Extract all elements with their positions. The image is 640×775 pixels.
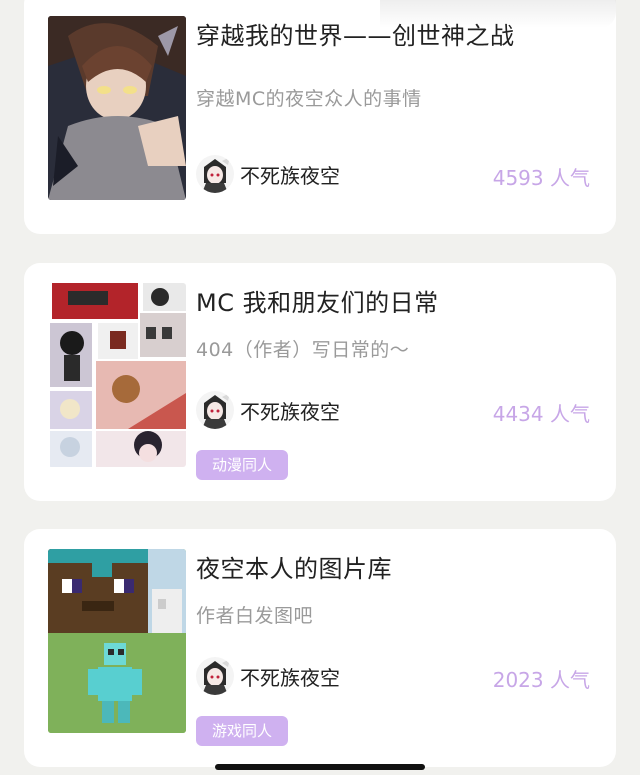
popularity-count: 4434 人气 [492, 402, 590, 426]
book-description: 穿越MC的夜空众人的事情 [196, 88, 422, 110]
author-row[interactable]: 不死族夜空 [196, 152, 340, 196]
category-tag[interactable]: 动漫同人 [196, 450, 289, 480]
author-name: 不死族夜空 [240, 163, 340, 188]
book-cover[interactable] [48, 283, 186, 467]
book-card[interactable]: MC 我和朋友们的日常 404（作者）写日常的～ 不死族夜空 4434 人气 动… [24, 263, 616, 501]
book-card[interactable]: 穿越我的世界——创世神之战 穿越MC的夜空众人的事情 不死族夜空 4593 人气 [24, 0, 616, 234]
book-title[interactable]: 穿越我的世界——创世神之战 [196, 16, 515, 51]
author-row[interactable]: 不死族夜空 [196, 388, 340, 432]
author-row[interactable]: 不死族夜空 [196, 654, 340, 698]
category-tag[interactable]: 游戏同人 [196, 716, 289, 746]
book-title[interactable]: 夜空本人的图片库 [196, 549, 392, 584]
book-description: 404（作者）写日常的～ [196, 339, 410, 361]
avatar-icon [196, 657, 234, 695]
home-indicator[interactable] [215, 764, 425, 770]
popularity-count: 2023 人气 [492, 668, 590, 692]
book-description: 作者白发图吧 [196, 605, 314, 627]
author-name: 不死族夜空 [240, 665, 340, 690]
popularity-count: 4593 人气 [492, 166, 590, 190]
avatar-icon [196, 155, 234, 193]
book-cover[interactable] [48, 549, 186, 733]
book-title[interactable]: MC 我和朋友们的日常 [196, 283, 439, 318]
book-cover[interactable] [48, 16, 186, 200]
book-card[interactable]: 夜空本人的图片库 作者白发图吧 不死族夜空 2023 人气 游戏同人 [24, 529, 616, 767]
avatar-icon [196, 391, 234, 429]
author-name: 不死族夜空 [240, 399, 340, 424]
